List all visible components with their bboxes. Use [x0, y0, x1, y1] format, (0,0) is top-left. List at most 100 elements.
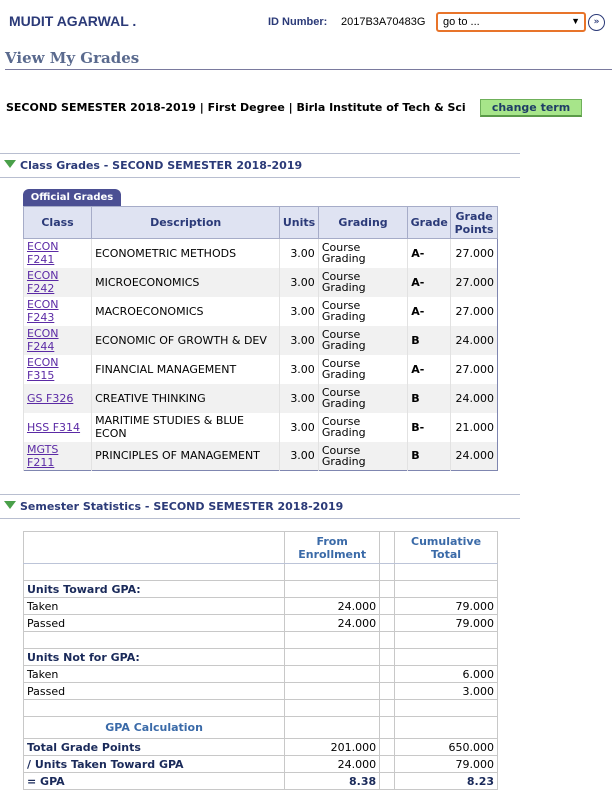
col-class: Class: [22, 206, 93, 239]
grade-cell: B: [407, 383, 451, 413]
tab-official-grades[interactable]: Official Grades: [23, 189, 121, 207]
table-row: GS F326 CREATIVE THINKING 3.00 Course Gradi…: [22, 383, 498, 413]
class-link[interactable]: HSS F314: [27, 421, 80, 434]
class-link[interactable]: ECON F241: [27, 240, 59, 266]
table-row: ECON F241 ECONOMETRIC METHODS 3.00 Course Gr…: [22, 238, 498, 268]
table-row: Total Grade Points 201.000 650.000: [22, 738, 498, 756]
units-cell: 3.00: [279, 354, 319, 384]
grading-cell: Course Grading: [317, 325, 408, 355]
class-cell: MGTS F211: [22, 441, 92, 471]
units-cell: 3.00: [279, 441, 319, 471]
table-row: HSS F314 MARITIME STUDIES & BLUE ECON 3.00…: [22, 412, 498, 442]
col-grading: Grading: [317, 206, 409, 239]
grading-cell: Course Grading: [317, 412, 408, 442]
class-cell: ECON F244: [22, 325, 92, 355]
class-link[interactable]: GS F326: [27, 392, 73, 405]
units-toward-gpa-label: Units Toward GPA:: [22, 580, 286, 598]
grade-points-cell: 27.000: [450, 267, 498, 297]
description-cell: ECONOMIC OF GROWTH & DEV: [91, 325, 280, 355]
row-label: Taken: [22, 597, 286, 615]
user-name: MUDIT AGARWAL .: [9, 13, 137, 29]
col-from-enrollment: From Enrollment: [284, 531, 381, 564]
description-cell: FINANCIAL MANAGEMENT: [91, 354, 280, 384]
class-code-line1: MGTS: [27, 442, 59, 456]
class-link[interactable]: ECON F242: [27, 269, 59, 295]
class-link[interactable]: ECON F244: [27, 327, 59, 353]
class-link[interactable]: MGTS F211: [27, 443, 58, 469]
collapse-triangle-icon[interactable]: [4, 160, 16, 168]
table-row: ECON F243 MACROECONOMICS 3.00 Course Grading…: [22, 296, 498, 326]
goto-select[interactable]: go to ... ▼: [436, 12, 586, 32]
gpa-label: = GPA: [22, 772, 286, 790]
description-cell: PRINCIPLES OF MANAGEMENT: [91, 441, 280, 471]
divider: [0, 177, 520, 178]
class-code-line1: GS F326: [27, 391, 74, 405]
cell-value: 79.000: [394, 755, 498, 773]
table-row: Taken 6.000: [22, 665, 498, 683]
table-row: / Units Taken Toward GPA 24.000 79.000: [22, 755, 498, 773]
goto-value: go to ...: [443, 16, 480, 28]
class-code-line1: ECON: [27, 327, 59, 340]
gpa-cumulative-value: 8.23: [394, 772, 498, 790]
class-code-line2: F242: [27, 282, 55, 295]
class-code-line1: HSS F314: [27, 420, 81, 434]
cell-value: 79.000: [394, 597, 498, 615]
units-cell: 3.00: [279, 412, 319, 442]
class-grades-title: Class Grades - SECOND SEMESTER 2018-2019: [20, 159, 303, 172]
collapse-triangle-icon[interactable]: [4, 501, 16, 509]
grade-cell: A-: [407, 354, 451, 384]
stats-header-row: From Enrollment Cumulative Total: [22, 531, 498, 564]
row-label: Passed: [22, 614, 286, 632]
grade-cell: A-: [407, 267, 451, 297]
grade-points-cell: 24.000: [450, 325, 498, 355]
cell-value: 650.000: [394, 738, 498, 756]
grade-points-cell: 27.000: [450, 296, 498, 326]
class-code-line2: F211: [27, 455, 55, 469]
divider: [0, 153, 520, 154]
units-cell: 3.00: [279, 296, 319, 326]
col-description: Description: [91, 206, 281, 239]
id-value: 2017B3A70483G: [341, 16, 426, 28]
cell-value: 24.000: [284, 597, 381, 615]
class-link[interactable]: ECON F315: [27, 356, 59, 382]
grade-points-cell: 27.000: [450, 354, 498, 384]
description-cell: CREATIVE THINKING: [91, 383, 280, 413]
gpa-calculation-label: GPA Calculation: [22, 716, 286, 739]
id-label: ID Number:: [268, 16, 328, 28]
class-code-line2: F244: [27, 340, 55, 353]
row-label: / Units Taken Toward GPA: [22, 755, 286, 773]
table-row: Passed 3.000: [22, 682, 498, 700]
grades-table: Class Description Units Grading Grade Gr…: [22, 206, 498, 471]
class-cell: ECON F241: [22, 238, 92, 268]
class-code-line1: ECON: [27, 240, 59, 254]
cell-value: 3.000: [394, 682, 498, 700]
class-code-line1: ECON: [27, 298, 59, 311]
units-cell: 3.00: [279, 325, 319, 355]
row-label: Total Grade Points: [22, 738, 286, 756]
table-row: ECON F315 FINANCIAL MANAGEMENT 3.00 Course G…: [22, 354, 498, 384]
units-cell: 3.00: [279, 267, 319, 297]
class-cell: GS F326: [22, 383, 92, 413]
change-term-button[interactable]: change term: [480, 99, 582, 117]
description-cell: MARITIME STUDIES & BLUE ECON: [91, 412, 280, 442]
col-grade: Grade: [407, 206, 452, 239]
grading-cell: Course Grading: [317, 441, 408, 471]
table-row: Taken 24.000 79.000: [22, 597, 498, 615]
top-bar: MUDIT AGARWAL . ID Number: 2017B3A70483G…: [0, 0, 612, 44]
class-code-line2: F315: [27, 369, 55, 382]
description-cell: MACROECONOMICS: [91, 296, 280, 326]
go-button[interactable]: »: [588, 14, 605, 31]
class-link[interactable]: ECON F243: [27, 298, 59, 324]
row-label: Taken: [22, 665, 286, 683]
class-code-line1: ECON: [27, 269, 59, 282]
grade-points-cell: 24.000: [450, 441, 498, 471]
grade-points-cell: 24.000: [450, 383, 498, 413]
dropdown-arrow-icon: ▼: [571, 16, 580, 26]
grade-cell: A-: [407, 296, 451, 326]
col-units: Units: [279, 206, 319, 239]
class-code-line2: F243: [27, 311, 55, 324]
grading-cell: Course Grading: [317, 238, 408, 268]
grading-cell: Course Grading: [317, 296, 408, 326]
table-row: ECON F242 MICROECONOMICS 3.00 Course Grading…: [22, 267, 498, 297]
grade-points-cell: 21.000: [450, 412, 498, 442]
